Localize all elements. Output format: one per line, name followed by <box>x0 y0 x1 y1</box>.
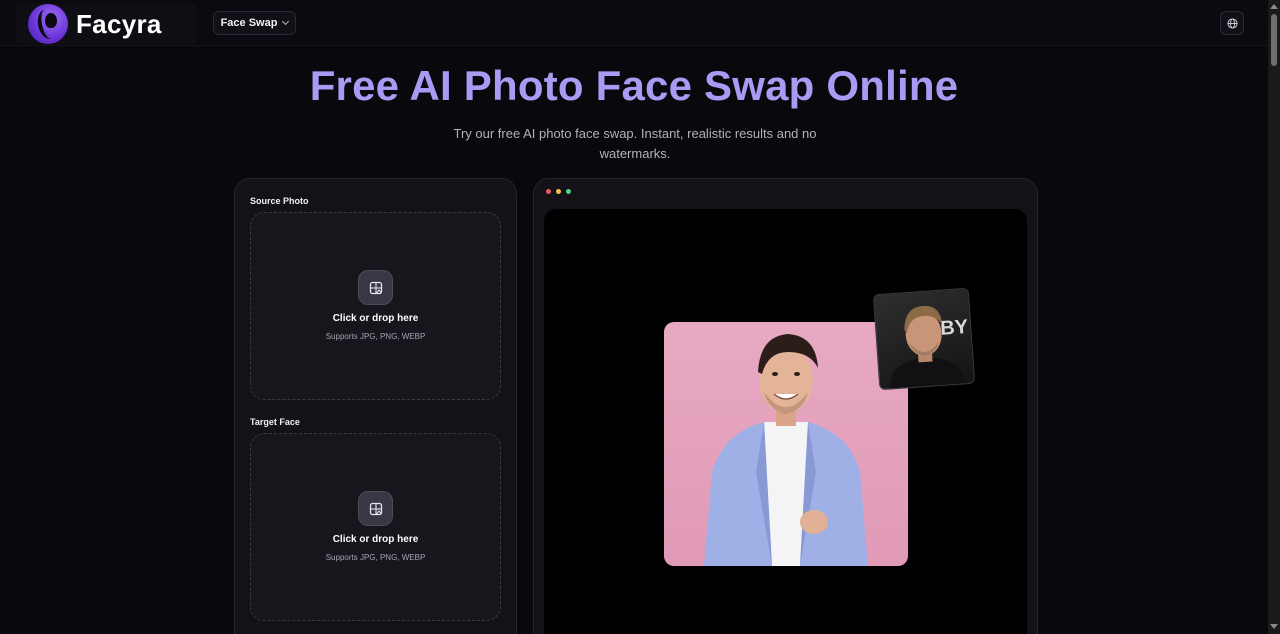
source-photo-dropzone[interactable]: Click or drop here Supports JPG, PNG, WE… <box>250 212 501 400</box>
target-dropzone-title: Click or drop here <box>332 534 419 545</box>
top-header: Facyra Face Swap <box>0 0 1268 46</box>
inset-background-text: BY <box>940 316 970 340</box>
page-subtitle: Try our free AI photo face swap. Instant… <box>453 126 817 161</box>
example-source-photo <box>664 322 908 566</box>
face-swap-dropdown-label: Face Swap <box>220 17 278 29</box>
window-dot-red <box>546 189 551 194</box>
target-face-dropzone[interactable]: Click or drop here Supports JPG, PNG, WE… <box>250 433 501 621</box>
target-dropzone-formats: Supports JPG, PNG, WEBP <box>325 553 426 562</box>
scroll-thumb[interactable] <box>1271 14 1277 66</box>
target-upload-icon-button[interactable] <box>358 491 393 526</box>
scroll-up-arrow-icon[interactable] <box>1270 4 1278 9</box>
image-upload-icon <box>369 281 382 294</box>
preview-panel: BY <box>533 178 1038 634</box>
language-button[interactable] <box>1220 11 1244 35</box>
man-illustration <box>704 334 868 566</box>
image-upload-icon <box>369 502 382 515</box>
chevron-down-icon <box>282 17 290 26</box>
window-dot-green <box>566 189 571 194</box>
upload-panel: Source Photo Click or drop here Supports… <box>234 178 517 634</box>
source-dropzone-title: Click or drop here <box>332 313 419 324</box>
preview-canvas: BY <box>544 209 1027 634</box>
face-swap-dropdown[interactable]: Face Swap <box>213 11 296 35</box>
target-face-illustration: BY <box>888 306 970 391</box>
source-upload-icon-button[interactable] <box>358 270 393 305</box>
brand-logo-link[interactable]: Facyra <box>16 4 196 44</box>
woman-profile-logo-icon <box>28 4 68 44</box>
scroll-down-arrow-icon[interactable] <box>1270 624 1278 629</box>
source-photo-label: Source Photo <box>250 196 309 206</box>
example-target-face: BY <box>872 287 976 391</box>
brand-name: Facyra <box>76 8 162 39</box>
window-dot-yellow <box>556 189 561 194</box>
page-scrollbar[interactable] <box>1268 0 1280 634</box>
globe-icon <box>1226 17 1238 29</box>
target-face-label: Target Face <box>250 417 300 427</box>
source-dropzone-formats: Supports JPG, PNG, WEBP <box>325 332 426 341</box>
page-title: Free AI Photo Face Swap Online <box>309 62 959 109</box>
